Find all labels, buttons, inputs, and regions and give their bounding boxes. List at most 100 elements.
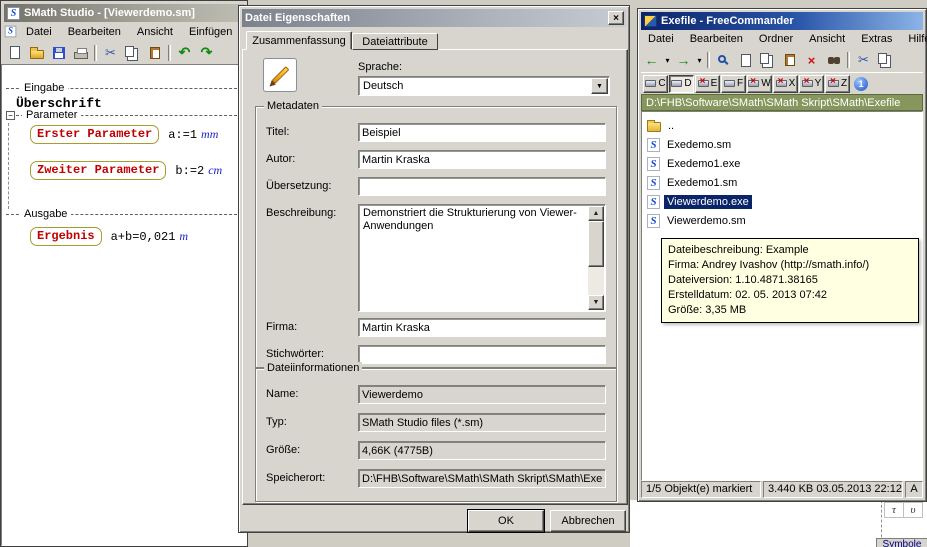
forward-icon: → xyxy=(677,52,691,68)
math-region[interactable]: Erster Parameter a:=1 mm xyxy=(30,125,218,144)
titel-input[interactable] xyxy=(358,123,606,142)
region-label-box[interactable]: Erster Parameter xyxy=(30,125,159,144)
new-file-button[interactable] xyxy=(4,43,25,63)
search-button[interactable] xyxy=(823,50,844,70)
math-expression[interactable]: b:=2 xyxy=(175,164,204,178)
tab-dateiattribute[interactable]: Dateiattribute xyxy=(352,33,438,50)
network-icon[interactable]: 1 xyxy=(854,77,868,91)
ok-button[interactable]: OK xyxy=(468,510,544,532)
copy-button[interactable] xyxy=(122,43,143,63)
paste-button[interactable] xyxy=(144,43,165,63)
file-row[interactable]: Exedemo.sm xyxy=(642,135,922,154)
scroll-down-button[interactable]: ▼ xyxy=(588,295,604,310)
uebersetzung-input[interactable] xyxy=(358,177,606,196)
sprache-combobox[interactable]: Deutsch ▼ xyxy=(358,76,610,96)
print-button[interactable] xyxy=(70,43,91,63)
smath-file-icon xyxy=(647,176,660,190)
freecommander-app-icon xyxy=(644,15,657,27)
menu-datei[interactable]: Datei xyxy=(19,24,59,40)
back-history-dropdown[interactable]: ▾ xyxy=(663,50,672,70)
cut-button[interactable]: ✂ xyxy=(853,50,874,70)
view-button[interactable] xyxy=(713,50,734,70)
dateiinformationen-legend: Dateiinformationen xyxy=(264,362,362,375)
menu-bearbeiten[interactable]: Bearbeiten xyxy=(683,31,750,47)
file-row-parent[interactable]: .. xyxy=(642,116,922,135)
tab-zusammenfassung[interactable]: Zusammenfassung xyxy=(246,31,352,50)
paste-button[interactable] xyxy=(779,50,800,70)
row-titel: Titel: xyxy=(266,123,606,143)
cancel-button[interactable]: Abbrechen xyxy=(550,510,626,532)
forward-history-dropdown[interactable]: ▾ xyxy=(695,50,704,70)
drive-button-w[interactable]: W xyxy=(747,75,772,93)
stichwoerter-input[interactable] xyxy=(358,345,606,364)
drive-button-d[interactable]: D xyxy=(669,75,694,93)
autor-input[interactable] xyxy=(358,150,606,169)
file-row[interactable]: Exedemo1.sm xyxy=(642,173,922,192)
smath-file-icon xyxy=(647,138,660,152)
drive-icon xyxy=(698,80,709,87)
row-firma: Firma: xyxy=(266,318,606,338)
palette-symbol-button[interactable]: τ xyxy=(884,502,904,518)
drive-button-y[interactable]: Y xyxy=(799,75,824,93)
drive-icon xyxy=(776,80,787,87)
edit-button[interactable] xyxy=(735,50,756,70)
row-typ: Typ: xyxy=(266,413,606,433)
scrollbar[interactable]: ▲ ▼ xyxy=(588,206,604,310)
redo-button[interactable]: ↷ xyxy=(196,43,217,63)
menu-ansicht[interactable]: Ansicht xyxy=(130,24,180,40)
palette-symbol-button[interactable]: υ xyxy=(903,502,923,518)
beschreibung-textarea[interactable]: Demonstriert die Strukturierung von View… xyxy=(358,204,606,312)
close-button[interactable]: × xyxy=(608,11,624,25)
drive-button-z[interactable]: Z xyxy=(825,75,850,93)
drive-button-e[interactable]: E xyxy=(695,75,720,93)
file-name: Exedemo1.sm xyxy=(664,176,740,190)
menu-extras[interactable]: Extras xyxy=(854,31,899,47)
smath-worksheet[interactable]: Eingabe Überschrift − Parameter Erster P… xyxy=(1,64,247,546)
copy-to-clipboard-button[interactable] xyxy=(875,50,896,70)
forward-button[interactable]: → xyxy=(673,50,694,70)
file-row[interactable]: Exedemo1.exe xyxy=(642,154,922,173)
menu-einfuegen[interactable]: Einfügen xyxy=(182,24,239,40)
groesse-label: Größe: xyxy=(266,444,300,456)
scroll-up-button[interactable]: ▲ xyxy=(588,206,604,221)
menu-hilfe[interactable]: Hilfe xyxy=(901,31,927,47)
region-label-box[interactable]: Ergebnis xyxy=(30,227,102,246)
collapse-toggle[interactable]: − xyxy=(6,111,15,120)
menu-bearbeiten[interactable]: Bearbeiten xyxy=(61,24,128,40)
math-expression[interactable]: a+b=0,021 xyxy=(111,230,176,244)
redo-icon: ↷ xyxy=(201,44,213,61)
drive-button-x[interactable]: X xyxy=(773,75,798,93)
file-row[interactable]: Viewerdemo.sm xyxy=(642,211,922,230)
combo-dropdown-button[interactable]: ▼ xyxy=(591,78,608,94)
copy-button[interactable] xyxy=(757,50,778,70)
path-bar[interactable]: D:\FHB\Software\SMath\SMath Skript\SMath… xyxy=(641,94,923,111)
section-separator-parameter: − Parameter xyxy=(6,109,242,122)
print-icon xyxy=(74,52,88,59)
math-region[interactable]: Ergebnis a+b=0,021 m xyxy=(30,227,188,246)
menu-ordner[interactable]: Ordner xyxy=(752,31,800,47)
smath-titlebar[interactable]: SMath Studio - [Viewerdemo.sm] xyxy=(4,4,244,22)
palette-section-symbole[interactable]: Symbole xyxy=(876,538,927,547)
undo-button[interactable]: ↶ xyxy=(174,43,195,63)
toolbar-separator xyxy=(707,52,710,68)
fc-titlebar[interactable]: Exefile - FreeCommander xyxy=(641,12,923,30)
math-region[interactable]: Zweiter Parameter b:=2 cm xyxy=(30,161,222,180)
drive-button-c[interactable]: C xyxy=(643,75,668,93)
menu-ansicht[interactable]: Ansicht xyxy=(802,31,852,47)
scroll-thumb[interactable] xyxy=(588,221,604,267)
file-row-selected[interactable]: Viewerdemo.exe xyxy=(642,192,922,211)
open-file-button[interactable] xyxy=(26,43,47,63)
paste-icon xyxy=(785,54,795,66)
save-icon xyxy=(53,47,65,59)
save-button[interactable] xyxy=(48,43,69,63)
dialog-titlebar[interactable]: Datei Eigenschaften xyxy=(242,9,626,27)
row-uebersetzung: Übersetzung: xyxy=(266,177,606,197)
cut-button[interactable]: ✂ xyxy=(100,43,121,63)
drive-button-f[interactable]: F xyxy=(721,75,746,93)
delete-button[interactable]: × xyxy=(801,50,822,70)
firma-input[interactable] xyxy=(358,318,606,337)
back-button[interactable]: ← xyxy=(641,50,662,70)
menu-datei[interactable]: Datei xyxy=(641,31,681,47)
math-expression[interactable]: a:=1 xyxy=(168,128,197,142)
region-label-box[interactable]: Zweiter Parameter xyxy=(30,161,166,180)
